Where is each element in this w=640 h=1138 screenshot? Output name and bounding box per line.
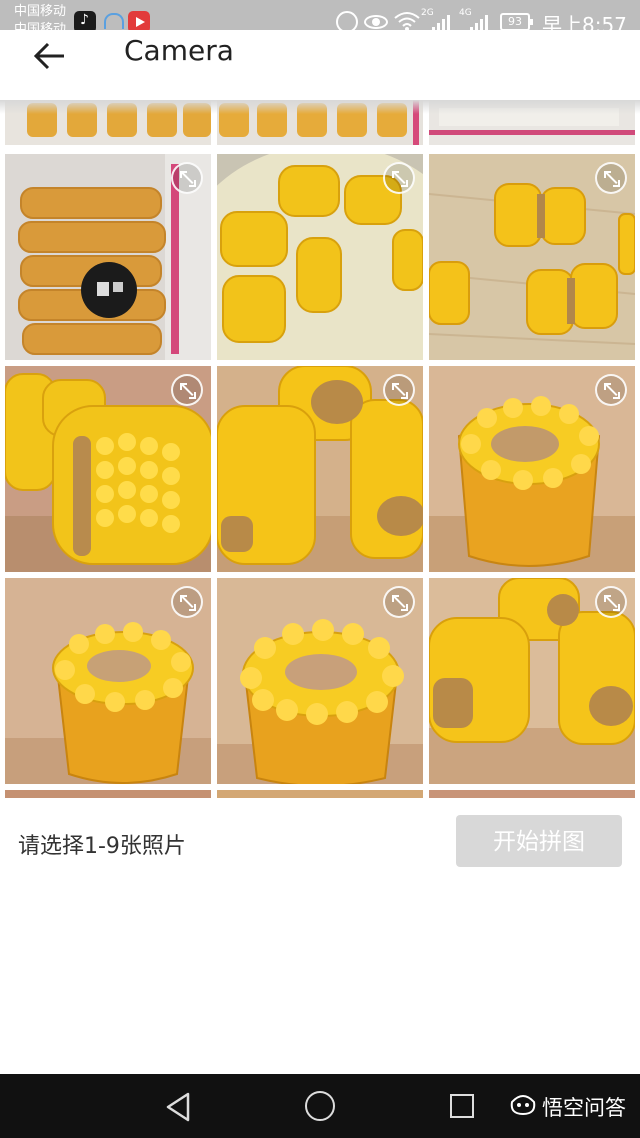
- photo-thumbnail[interactable]: [5, 154, 211, 360]
- battery-indicator: 93: [500, 13, 533, 31]
- nav-home-icon[interactable]: [305, 1091, 335, 1121]
- expand-icon[interactable]: [171, 162, 203, 194]
- photo-thumbnail[interactable]: [429, 578, 635, 784]
- photo-grid[interactable]: [0, 100, 640, 798]
- page-title: Camera: [124, 34, 234, 67]
- photo-thumbnail[interactable]: [429, 366, 635, 572]
- expand-icon[interactable]: [595, 374, 627, 406]
- expand-icon[interactable]: [383, 374, 415, 406]
- photo-thumbnail[interactable]: [217, 366, 423, 572]
- photo-thumbnail[interactable]: [5, 790, 211, 798]
- photo-thumbnail[interactable]: [217, 578, 423, 784]
- selection-hint: 请选择1-9张照片: [18, 834, 186, 859]
- expand-icon[interactable]: [171, 586, 203, 618]
- photo-thumbnail[interactable]: [217, 154, 423, 360]
- eye-icon: [364, 15, 388, 29]
- photo-thumbnail[interactable]: [5, 578, 211, 784]
- wukong-logo-icon: [510, 1094, 536, 1116]
- photo-thumbnail[interactable]: [217, 790, 423, 798]
- expand-icon[interactable]: [171, 374, 203, 406]
- expand-icon[interactable]: [383, 586, 415, 618]
- scroll-shadow: [0, 100, 640, 114]
- nav-recents-icon[interactable]: [450, 1094, 474, 1118]
- navigation-bar: 悟空问答: [0, 1074, 640, 1138]
- carrier-1: 中国移动: [14, 4, 67, 19]
- photo-thumbnail[interactable]: [429, 154, 635, 360]
- photo-thumbnail[interactable]: [429, 790, 635, 798]
- watermark-text: 悟空问答: [542, 1096, 626, 1120]
- arrow-left-icon[interactable]: [30, 36, 70, 76]
- app-bar: Camera: [0, 30, 640, 100]
- expand-icon[interactable]: [383, 162, 415, 194]
- expand-icon[interactable]: [595, 586, 627, 618]
- start-collage-button[interactable]: 开始拼图: [456, 815, 622, 867]
- photo-thumbnail[interactable]: [5, 366, 211, 572]
- nav-back-icon[interactable]: [164, 1092, 192, 1122]
- expand-icon[interactable]: [595, 162, 627, 194]
